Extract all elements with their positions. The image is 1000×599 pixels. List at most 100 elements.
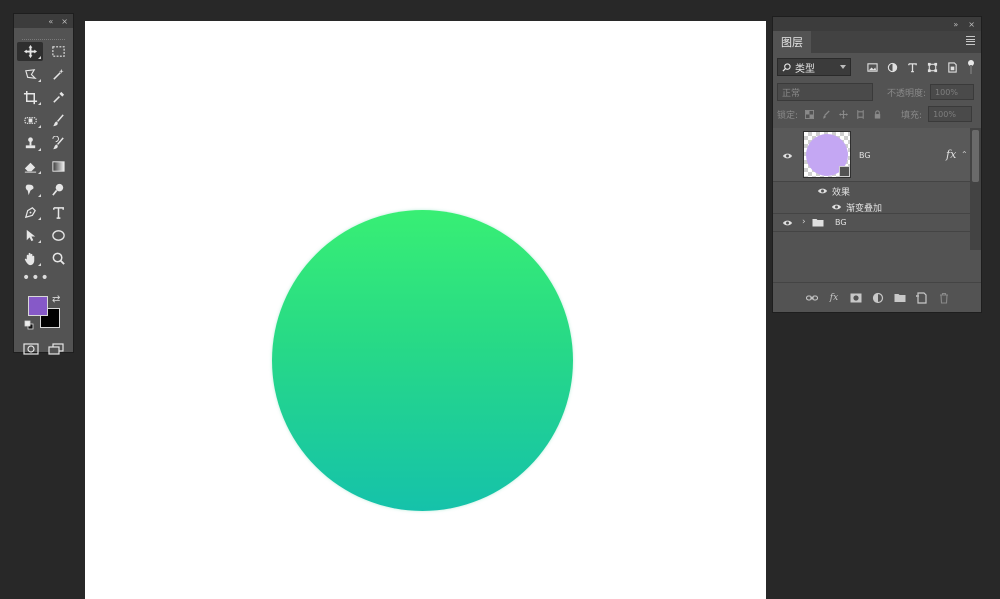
layers-panel-footer: fx: [773, 282, 981, 312]
expand-group-chevron-icon[interactable]: ›: [802, 217, 806, 227]
lock-transparent-pixels-icon[interactable]: [804, 109, 815, 120]
layer-effects-icon[interactable]: fx: [946, 148, 956, 161]
fill-input[interactable]: 100%: [928, 106, 973, 122]
lock-artboard-icon[interactable]: [855, 109, 866, 120]
brush-tool[interactable]: [45, 111, 71, 130]
toolbox-grip[interactable]: [22, 30, 65, 40]
toolbox-header: « ×: [14, 14, 73, 28]
document-canvas[interactable]: [85, 21, 766, 599]
marquee-icon: [51, 46, 65, 57]
foreground-color-swatch[interactable]: [28, 296, 48, 316]
gradient-overlay-effect-row[interactable]: 渐变叠加: [773, 198, 970, 214]
filter-kind-select[interactable]: 类型: [777, 58, 851, 76]
type-layer-filter-icon[interactable]: [905, 60, 919, 74]
new-group-icon[interactable]: [893, 291, 907, 305]
eraser-tool[interactable]: [17, 157, 43, 176]
search-icon: [782, 62, 791, 72]
ellipse-icon: [51, 230, 65, 241]
gradient-tool[interactable]: [45, 157, 71, 176]
magic-wand-tool[interactable]: [45, 65, 71, 84]
layers-scrollbar[interactable]: [970, 128, 981, 250]
tab-layers[interactable]: 图层: [773, 31, 811, 53]
swap-colors-icon[interactable]: ⇄: [52, 294, 60, 305]
stamp-icon: [25, 137, 35, 149]
close-panel-button[interactable]: ×: [61, 17, 68, 26]
pen-icon: [24, 207, 36, 219]
lock-position-icon[interactable]: [838, 109, 849, 120]
eyedropper-tool[interactable]: [45, 88, 71, 107]
path-selection-tool[interactable]: [17, 226, 43, 245]
zoom-tool[interactable]: [45, 249, 71, 268]
collapse-panel-button[interactable]: »: [953, 20, 958, 29]
shape-layer-badge-icon: [839, 166, 850, 177]
layer-row-bg-shape[interactable]: BG fx ⌃: [773, 128, 970, 182]
clone-stamp-tool[interactable]: [17, 134, 43, 153]
type-tool[interactable]: [45, 203, 71, 222]
blend-mode-select[interactable]: 正常: [777, 83, 873, 101]
spot-healing-brush-tool[interactable]: [17, 111, 43, 130]
mode-row: [14, 342, 73, 356]
ellipse-tool[interactable]: [45, 226, 71, 245]
gradient-overlay-label: 渐变叠加: [846, 204, 883, 214]
pen-tool[interactable]: [17, 203, 43, 222]
group-visibility-eye-icon[interactable]: [782, 219, 793, 226]
rectangular-marquee-tool[interactable]: [45, 42, 71, 61]
smart-object-filter-icon[interactable]: [945, 60, 959, 74]
layers-list: BG fx ⌃ 效果 渐变叠加 › BG: [773, 128, 970, 250]
filter-icons: [865, 60, 959, 74]
filter-kind-value: 类型: [795, 63, 815, 75]
hand-tool[interactable]: [17, 249, 43, 268]
eyedropper-icon: [52, 91, 64, 103]
arrow-icon: [26, 229, 35, 242]
layers-panel: » × 图层 类型 正常 不透明度: 100% 锁定: 填充: 100% BG …: [772, 16, 982, 313]
quick-mask-button[interactable]: [22, 342, 40, 356]
collapse-effects-icon[interactable]: ⌃: [961, 150, 968, 159]
dodge-icon: [51, 183, 63, 196]
dodge-tool[interactable]: [45, 180, 71, 199]
lock-all-icon[interactable]: [872, 109, 883, 120]
lasso-tool[interactable]: [17, 65, 43, 84]
zoom-icon: [52, 252, 65, 265]
group-name[interactable]: BG: [835, 218, 847, 227]
new-layer-icon[interactable]: [915, 291, 929, 305]
visibility-eye-icon[interactable]: [782, 152, 793, 159]
delete-layer-icon[interactable]: [937, 291, 951, 305]
collapse-panel-button[interactable]: «: [48, 17, 53, 26]
edit-toolbar-button[interactable]: •••: [22, 271, 73, 290]
link-layers-icon[interactable]: [805, 291, 819, 305]
toolbox-panel: « × ••• ⇄: [13, 13, 74, 356]
opacity-input[interactable]: 100%: [930, 84, 975, 100]
close-panel-button[interactable]: ×: [968, 20, 975, 29]
add-mask-icon[interactable]: [849, 291, 863, 305]
layer-filter-row: 类型: [773, 53, 981, 81]
new-adjustment-layer-icon[interactable]: [871, 291, 885, 305]
default-colors-icon[interactable]: [24, 320, 34, 330]
panel-menu-icon[interactable]: [966, 36, 975, 45]
history-brush-icon: [51, 136, 64, 150]
effects-visibility-eye-icon[interactable]: [817, 187, 828, 194]
brush-icon: [52, 114, 64, 127]
adjustment-layer-filter-icon[interactable]: [885, 60, 899, 74]
effects-label: 效果: [832, 188, 851, 198]
crop-tool[interactable]: [17, 88, 43, 107]
shape-layer-filter-icon[interactable]: [925, 60, 939, 74]
gradient-icon: [51, 161, 65, 172]
gradient-overlay-visibility-eye-icon[interactable]: [831, 203, 842, 210]
eraser-icon: [24, 162, 36, 173]
lock-image-pixels-icon[interactable]: [821, 109, 832, 120]
layer-row-bg-group[interactable]: › BG: [773, 214, 970, 232]
gradient-circle-shape[interactable]: [272, 210, 573, 511]
move-tool[interactable]: [17, 42, 43, 61]
history-brush-tool[interactable]: [45, 134, 71, 153]
screen-mode-button[interactable]: [47, 342, 65, 356]
scrollbar-thumb[interactable]: [972, 130, 979, 182]
move-icon: [23, 44, 37, 59]
add-layer-style-icon[interactable]: fx: [827, 291, 841, 305]
hand-icon: [24, 252, 34, 266]
layers-panel-header: » ×: [773, 17, 981, 31]
layer-name[interactable]: BG: [859, 151, 871, 160]
pixel-layer-filter-icon[interactable]: [865, 60, 879, 74]
filter-toggle-switch[interactable]: [968, 60, 974, 74]
layer-effects-row[interactable]: 效果: [773, 182, 970, 198]
smudge-tool[interactable]: [17, 180, 43, 199]
